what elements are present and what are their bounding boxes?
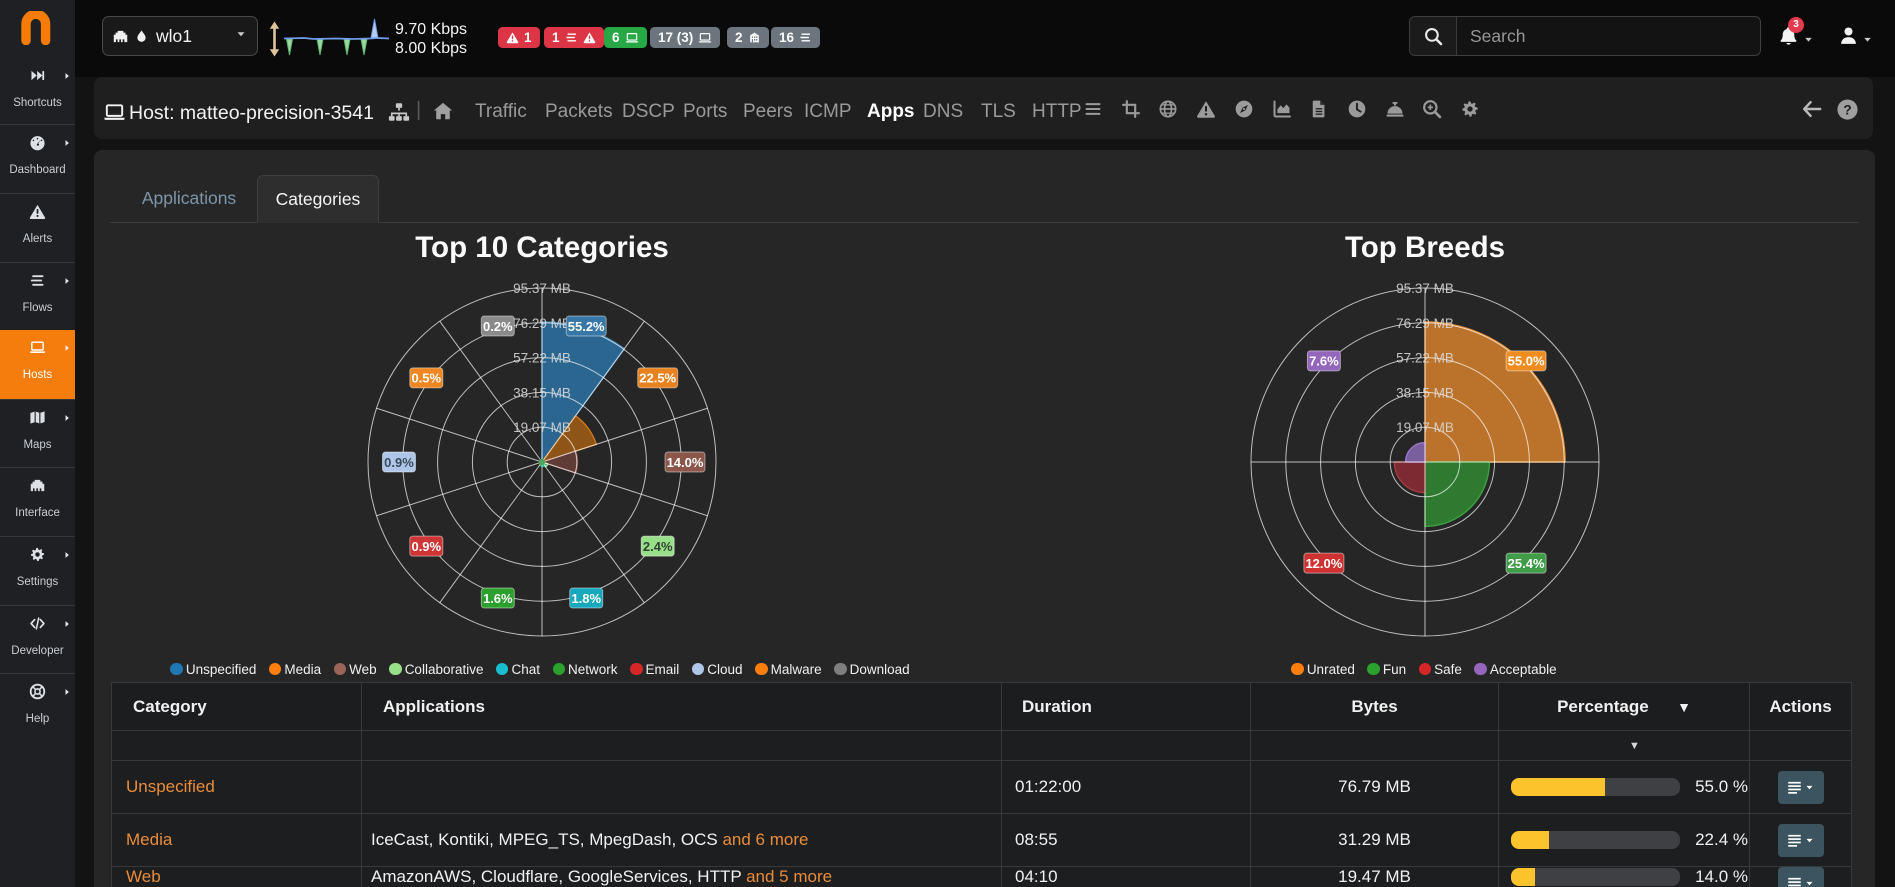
svg-text:76.29 MB: 76.29 MB	[513, 316, 571, 331]
svg-text:14.0%: 14.0%	[667, 455, 704, 470]
svg-text:2.4%: 2.4%	[643, 539, 673, 554]
svg-text:57.22 MB: 57.22 MB	[513, 351, 571, 366]
svg-text:12.0%: 12.0%	[1305, 556, 1342, 571]
svg-text:0.2%: 0.2%	[483, 319, 513, 334]
svg-text:0.9%: 0.9%	[411, 539, 441, 554]
svg-text:?: ?	[1843, 101, 1851, 117]
svg-text:57.22 MB: 57.22 MB	[1396, 351, 1454, 366]
svg-text:55.2%: 55.2%	[568, 319, 605, 334]
svg-text:25.4%: 25.4%	[1508, 556, 1545, 571]
svg-text:7.6%: 7.6%	[1309, 354, 1339, 369]
svg-text:22.5%: 22.5%	[639, 371, 676, 386]
svg-text:38.15 MB: 38.15 MB	[1396, 385, 1454, 400]
svg-text:76.29 MB: 76.29 MB	[1396, 316, 1454, 331]
svg-text:1.8%: 1.8%	[571, 591, 601, 606]
svg-text:55.0%: 55.0%	[1508, 354, 1545, 369]
svg-text:1.6%: 1.6%	[483, 591, 513, 606]
svg-text:0.5%: 0.5%	[411, 371, 441, 386]
svg-text:19.07 MB: 19.07 MB	[1396, 420, 1454, 435]
svg-text:19.07 MB: 19.07 MB	[513, 420, 571, 435]
svg-text:95.37 MB: 95.37 MB	[1396, 281, 1454, 296]
svg-text:38.15 MB: 38.15 MB	[513, 385, 571, 400]
svg-text:0.9%: 0.9%	[384, 455, 414, 470]
svg-text:95.37 MB: 95.37 MB	[513, 281, 571, 296]
